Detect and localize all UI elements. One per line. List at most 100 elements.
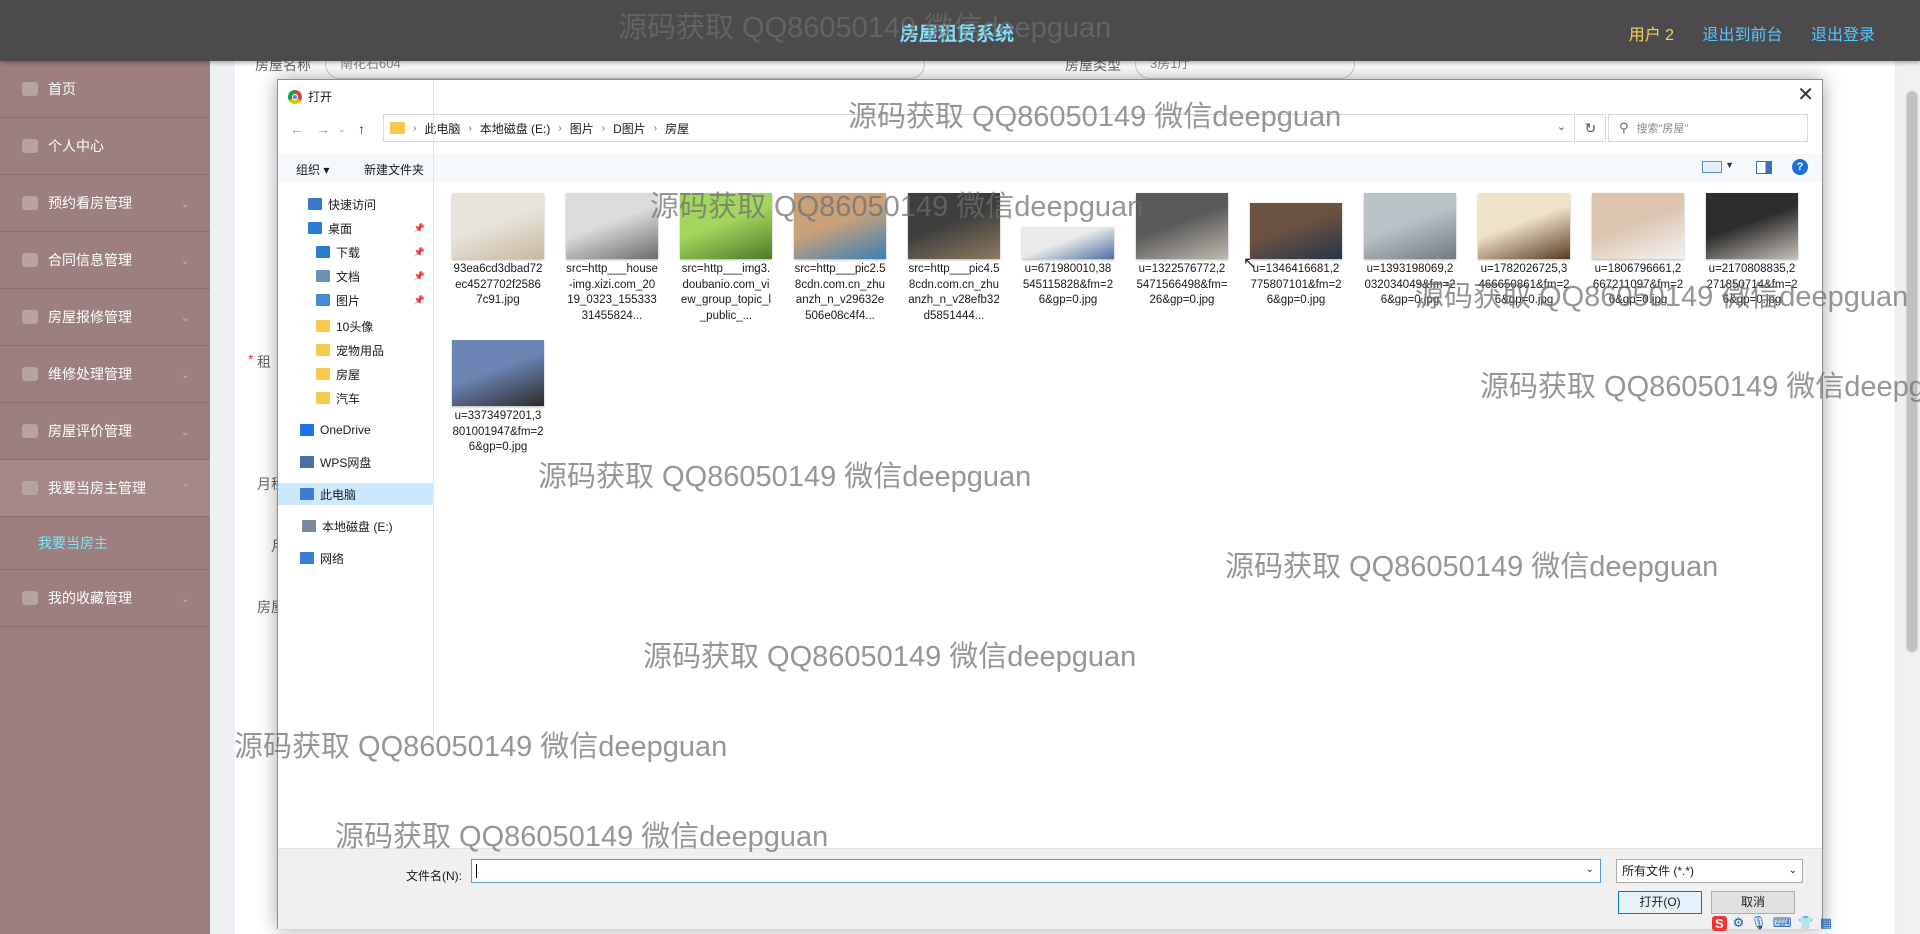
file-item[interactable]: u=1346416681,2775807101&fm=26&gp=0.jpg <box>1246 193 1346 309</box>
view-mode-icon[interactable] <box>1702 161 1722 173</box>
file-name: u=1322576772,25471566498&fm=26&gp=0.jpg <box>1136 263 1228 306</box>
open-button[interactable]: 打开(O) <box>1618 891 1702 914</box>
top-header: 房屋租赁系统 用户 2 退出到前台 退出登录 <box>0 0 1920 61</box>
page-scrollbar[interactable] <box>1904 61 1920 934</box>
file-item[interactable]: u=3373497201,3801001947&fm=26&gp=0.jpg <box>448 340 548 456</box>
filetype-select[interactable]: 所有文件 (*.*) ⌄ <box>1616 859 1803 883</box>
nav-item[interactable]: 此电脑 <box>278 483 433 505</box>
file-item[interactable]: u=1393198069,2032034049&fm=26&gp=0.jpg <box>1360 193 1460 309</box>
pin-icon[interactable]: 📌 <box>414 271 425 282</box>
scrollbar-thumb[interactable] <box>1907 91 1917 651</box>
rent-label: 租 <box>257 354 271 370</box>
file-item[interactable]: u=2170808835,2271850714&fm=26&gp=0.jpg <box>1702 193 1802 309</box>
breadcrumb-house[interactable]: 房屋 <box>665 120 689 137</box>
nav-item[interactable]: 下载 📌 <box>278 241 433 263</box>
crumb-separator-icon: › <box>653 122 658 134</box>
file-list[interactable]: 93ea6cd3dbad72ec4527702f25867c91.jpg src=… <box>438 185 1818 846</box>
help-icon[interactable]: ? <box>1792 159 1808 175</box>
file-name: src=http___house-img.xizi.com_2019_0323_… <box>566 263 658 322</box>
nav-item[interactable]: 汽车 <box>278 387 433 409</box>
filename-dropdown-icon[interactable]: ⌄ <box>1586 864 1594 875</box>
chevron-down-icon: ⌄ <box>180 255 190 267</box>
logout-link[interactable]: 退出登录 <box>1811 27 1875 44</box>
nav-item[interactable]: OneDrive <box>278 419 433 441</box>
breadcrumb-drive-e[interactable]: 本地磁盘 (E:) <box>480 120 551 137</box>
sidebar-item-home[interactable]: 首页 <box>0 61 210 118</box>
image-thumbnail <box>908 193 1000 259</box>
tray-icon[interactable]: ⚙ <box>1733 915 1745 931</box>
address-row: ← → ⌄ ↑ › 此电脑 › 本地磁盘 (E:) › 图片 › D图片 › 房… <box>278 112 1822 148</box>
desktop-icon <box>308 222 322 234</box>
file-item[interactable]: src=http___pic4.58cdn.com.cn_zhuanzh_n_v… <box>904 193 1004 324</box>
sidebar-item-maintenance[interactable]: 维修处理管理 ⌄ <box>0 346 210 403</box>
pin-icon[interactable]: 📌 <box>414 223 425 234</box>
nav-item[interactable]: 网络 <box>278 547 433 569</box>
file-item[interactable]: u=1806796661,2667211097&fm=26&gp=0.jpg <box>1588 193 1688 309</box>
search-icon: ⚲ <box>1619 120 1629 135</box>
address-dropdown-icon[interactable]: ⌄ <box>1557 120 1566 133</box>
sidebar-item-landlord[interactable]: 我要当房主管理 ⌃ <box>0 460 210 517</box>
back-to-front-link[interactable]: 退出到前台 <box>1703 27 1783 44</box>
sidebar-item-profile[interactable]: 个人中心 <box>0 118 210 175</box>
view-dropdown-icon[interactable]: ▼ <box>1725 160 1734 170</box>
crumb-separator-icon: › <box>468 122 472 134</box>
nav-item[interactable]: 宠物用品 <box>278 339 433 361</box>
drive-icon <box>302 520 316 532</box>
input-method-icon[interactable]: S <box>1712 915 1727 931</box>
shirt-icon[interactable]: 👕 <box>1798 915 1814 931</box>
nav-item-label: OneDrive <box>320 423 371 437</box>
keyboard-icon[interactable]: ⌨ <box>1773 915 1792 931</box>
preview-pane-icon[interactable] <box>1756 161 1772 174</box>
file-item[interactable]: src=http___img3.doubanio.com_view_group_… <box>676 193 776 324</box>
tool-icon <box>22 367 38 381</box>
pin-icon[interactable]: 📌 <box>414 295 425 306</box>
nav-item-label: 汽车 <box>336 391 361 406</box>
nav-item[interactable]: WPS网盘 <box>278 451 433 473</box>
nav-item-label: 此电脑 <box>320 487 357 502</box>
nav-item[interactable]: 桌面 📌 <box>278 217 433 239</box>
file-name: src=http___img3.doubanio.com_view_group_… <box>680 263 772 322</box>
file-item[interactable]: u=1322576772,25471566498&fm=26&gp=0.jpg <box>1132 193 1232 309</box>
sidebar-item-label: 首页 <box>48 81 76 97</box>
nav-item-label: 10头像 <box>336 319 374 334</box>
address-bar[interactable]: › 此电脑 › 本地磁盘 (E:) › 图片 › D图片 › 房屋 ⌄ <box>383 114 1575 142</box>
navigation-pane[interactable]: 快速访问 桌面 📌 下载 📌 文档 📌 图片 📌 10头像宠物用品 房屋汽车 OneDrive WPS网… <box>278 80 434 741</box>
sidebar-subitem-landlord[interactable]: 我要当房主 <box>0 517 210 570</box>
grid-icon[interactable]: ▦ <box>1820 915 1832 931</box>
current-user-link[interactable]: 用户 2 <box>1629 27 1674 44</box>
nav-item[interactable]: 图片 📌 <box>278 289 433 311</box>
sidebar-item-review[interactable]: 房屋评价管理 ⌄ <box>0 403 210 460</box>
nav-item[interactable]: 10头像 <box>278 315 433 337</box>
refresh-icon[interactable]: ↻ <box>1576 114 1606 142</box>
file-item[interactable]: 93ea6cd3dbad72ec4527702f25867c91.jpg <box>448 193 548 309</box>
pin-icon[interactable]: 📌 <box>414 247 425 258</box>
image-thumbnail <box>1022 227 1114 259</box>
dialog-close-button[interactable]: ✕ <box>1797 82 1814 107</box>
breadcrumb-pictures[interactable]: 图片 <box>570 120 594 137</box>
nav-item[interactable]: 文档 📌 <box>278 265 433 287</box>
nav-item[interactable]: 房屋 <box>278 363 433 385</box>
sidebar-item-label: 个人中心 <box>48 138 104 154</box>
sidebar-item-repair[interactable]: 房屋报修管理 ⌄ <box>0 289 210 346</box>
file-item[interactable]: u=1782026725,3466650861&fm=26&gp=0.jpg <box>1474 193 1574 309</box>
image-thumbnail <box>1364 193 1456 259</box>
required-mark: * <box>248 351 254 367</box>
microphone-icon[interactable]: 🎙 <box>1750 915 1767 931</box>
breadcrumb-d-pictures[interactable]: D图片 <box>613 120 646 137</box>
search-input[interactable]: ⚲ 搜索"房屋" <box>1608 114 1808 142</box>
sidebar: 首页 个人中心 预约看房管理 ⌄ 合同信息管理 ⌄ 房屋报修管理 ⌄ 维修处理管理 ⌄ … <box>0 61 210 934</box>
file-item[interactable]: src=http___pic2.58cdn.com.cn_zhuanzh_n_v… <box>790 193 890 324</box>
image-thumbnail <box>1478 193 1570 259</box>
file-item[interactable]: u=671980010,38545115828&fm=26&gp=0.jpg <box>1018 193 1118 309</box>
system-tray: S ⚙ 🎙 ⌨ 👕 ▦ <box>1712 912 1838 934</box>
file-item[interactable]: src=http___house-img.xizi.com_2019_0323_… <box>562 193 662 324</box>
sidebar-item-favorites[interactable]: 我的收藏管理 ⌄ <box>0 570 210 627</box>
cancel-button[interactable]: 取消 <box>1711 891 1795 914</box>
nav-item[interactable]: 本地磁盘 (E:) <box>278 515 433 537</box>
filename-input[interactable]: ⌄ <box>471 859 1601 883</box>
sidebar-item-contract[interactable]: 合同信息管理 ⌄ <box>0 232 210 289</box>
chevron-down-icon: ⌄ <box>180 369 190 381</box>
image-thumbnail <box>1136 193 1228 259</box>
nav-item[interactable]: 快速访问 <box>278 193 433 215</box>
sidebar-item-viewing[interactable]: 预约看房管理 ⌄ <box>0 175 210 232</box>
